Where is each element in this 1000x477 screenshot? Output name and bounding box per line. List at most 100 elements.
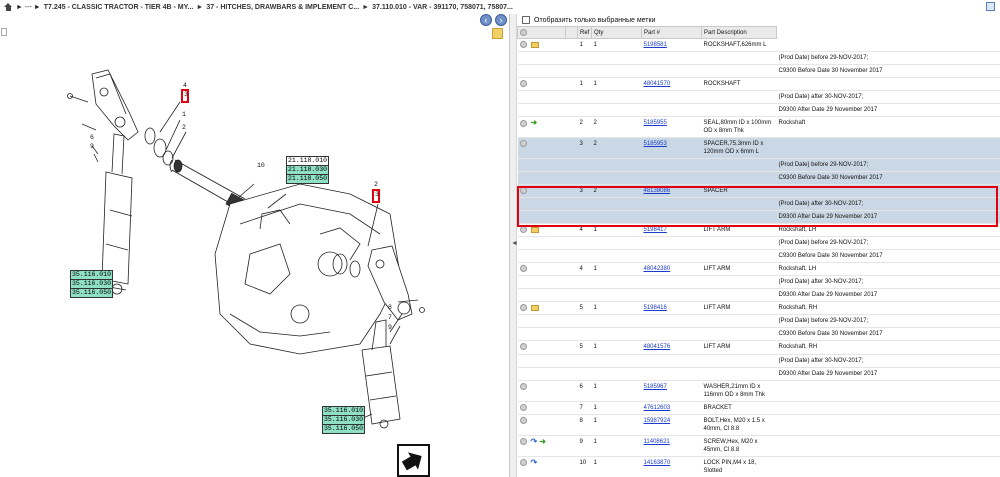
- row-select-icon[interactable]: [519, 119, 527, 127]
- table-row[interactable]: D9300 After Date 29 November 2017: [517, 288, 1000, 303]
- row-actions[interactable]: [517, 249, 566, 264]
- header-description[interactable]: Part Description: [701, 26, 777, 39]
- row-actions[interactable]: [517, 210, 566, 225]
- part-number-link[interactable]: 14163870: [644, 460, 671, 466]
- callout-2[interactable]: 2: [374, 181, 378, 188]
- header-part-number[interactable]: Part #: [641, 26, 702, 39]
- part-number-link[interactable]: 15987924: [644, 418, 671, 424]
- part-number-link[interactable]: 5198416: [644, 305, 667, 311]
- row-select-icon[interactable]: [519, 438, 527, 446]
- table-row[interactable]: ↷ ➜ 9 1 11408621 SCREW,Hex, M20 x 45mm, Cl 8.…: [517, 435, 1000, 457]
- table-row[interactable]: (Prod Date) before 29-NOV-2017;: [517, 51, 1000, 66]
- replacement-arrow-icon[interactable]: ➜: [531, 119, 538, 127]
- row-actions[interactable]: [517, 401, 566, 415]
- link-arrow-icon[interactable]: ↷: [531, 458, 538, 467]
- row-actions[interactable]: [517, 301, 566, 316]
- table-row[interactable]: 5 1 48041576 LIFT ARM Rockshaft, RH: [517, 340, 1000, 355]
- part-number-link[interactable]: 5185953: [644, 141, 667, 147]
- row-actions[interactable]: [517, 275, 566, 290]
- show-selected-only-checkbox[interactable]: [522, 16, 530, 24]
- callout-9[interactable]: 9: [388, 324, 392, 331]
- row-actions[interactable]: [517, 236, 566, 251]
- table-row[interactable]: 4 1 5198417 LIFT ARM Rockshaft, LH: [517, 223, 1000, 238]
- row-select-icon[interactable]: [519, 41, 527, 48]
- row-actions[interactable]: [517, 414, 566, 436]
- row-select-icon[interactable]: [519, 416, 527, 424]
- breadcrumb-section[interactable]: 37 - HITCHES, DRAWBARS & IMPLEMENT C...: [206, 4, 359, 11]
- part-number-link[interactable]: 5198417: [644, 227, 667, 233]
- cell-part-number[interactable]: 5185955: [641, 116, 702, 139]
- part-number-link[interactable]: 48041576: [644, 344, 671, 350]
- row-actions[interactable]: [517, 90, 566, 105]
- cell-part-number[interactable]: 14163870: [641, 456, 702, 477]
- row-actions[interactable]: [517, 38, 566, 53]
- row-select-icon[interactable]: [519, 187, 527, 195]
- table-row[interactable]: (Prod Date) after 30-NOV-2017;: [517, 90, 1000, 105]
- callout-4[interactable]: 4: [183, 82, 187, 89]
- row-select-icon[interactable]: [519, 80, 527, 88]
- cell-part-number[interactable]: 5185967: [641, 380, 702, 402]
- table-row[interactable]: D9300 After Date 29 November 2017: [517, 210, 1000, 225]
- cell-part-number[interactable]: 5198417: [641, 223, 702, 238]
- callout-9[interactable]: 9: [90, 143, 94, 150]
- folder-icon[interactable]: [530, 304, 539, 311]
- row-actions[interactable]: [517, 262, 566, 277]
- part-number-link[interactable]: 47612603: [644, 405, 671, 411]
- cell-part-number[interactable]: 48042380: [641, 262, 702, 277]
- row-actions[interactable]: ↷ ➜: [517, 435, 566, 457]
- reference-tag[interactable]: 35.116.050: [322, 424, 366, 434]
- header-ref[interactable]: Ref: [577, 26, 592, 39]
- callout-6[interactable]: 6: [90, 134, 94, 141]
- table-row[interactable]: D9300 After Date 29 November 2017: [517, 367, 1000, 381]
- cell-part-number[interactable]: 11408621: [641, 435, 702, 457]
- row-actions[interactable]: [517, 197, 566, 212]
- cell-part-number[interactable]: 47612603: [641, 401, 702, 415]
- part-number-link[interactable]: 5185955: [644, 120, 667, 126]
- row-select-icon[interactable]: [519, 459, 527, 467]
- row-actions[interactable]: [517, 340, 566, 355]
- cell-part-number[interactable]: 5198416: [641, 301, 702, 316]
- callout-10[interactable]: 10: [257, 162, 265, 169]
- breadcrumb-model[interactable]: T7.245 - CLASSIC TRACTOR - TIER 4B - MY.…: [44, 4, 194, 11]
- cell-part-number[interactable]: 48041570: [641, 77, 702, 92]
- callout-7[interactable]: 7: [388, 314, 392, 321]
- table-row[interactable]: 6 1 5185967 WASHER,21mm ID x 116mm OD x 8mm…: [517, 380, 1000, 402]
- part-number-link[interactable]: 48042380: [644, 266, 671, 272]
- part-number-link[interactable]: 5185967: [644, 384, 667, 390]
- reference-tag[interactable]: 35.116.050: [70, 288, 114, 298]
- part-number-link[interactable]: 11408621: [644, 439, 670, 445]
- home-icon[interactable]: [4, 3, 13, 11]
- table-row[interactable]: 7 1 47612603 BRACKET: [517, 401, 1000, 415]
- table-row[interactable]: 3 2 5185953 SPACER,75.3mm ID x 120mm OD x 6…: [517, 137, 1000, 160]
- select-all-icon[interactable]: [520, 28, 527, 36]
- table-row[interactable]: 4 1 48042380 LIFT ARM Rockshaft, LH: [517, 262, 1000, 277]
- table-row[interactable]: ➜ 2 2 5185955 SEAL,80mm ID x 100mm OD x 8mm …: [517, 116, 1000, 139]
- row-actions[interactable]: [517, 103, 566, 118]
- folder-icon[interactable]: [530, 41, 539, 48]
- navigate-back-icon[interactable]: [397, 444, 430, 477]
- callout-3[interactable]: 3: [184, 91, 188, 98]
- row-actions[interactable]: [517, 367, 566, 381]
- folder-icon[interactable]: [530, 226, 539, 233]
- table-row[interactable]: C9300 Before Date 30 November 2017: [517, 327, 1000, 342]
- row-select-icon[interactable]: [519, 140, 527, 148]
- row-actions[interactable]: [517, 354, 566, 368]
- row-actions[interactable]: [517, 171, 566, 186]
- table-row[interactable]: 1 1 48041570 ROCKSHAFT: [517, 77, 1000, 92]
- row-actions[interactable]: [517, 314, 566, 329]
- row-select-icon[interactable]: [519, 304, 527, 312]
- row-select-icon[interactable]: [519, 226, 527, 234]
- row-actions[interactable]: [517, 64, 566, 79]
- table-row[interactable]: 5 1 5198416 LIFT ARM Rockshaft, RH: [517, 301, 1000, 316]
- row-select-icon[interactable]: [519, 343, 527, 351]
- table-row[interactable]: C9300 Before Date 30 November 2017: [517, 64, 1000, 79]
- callout-2[interactable]: 2: [182, 124, 186, 131]
- row-actions[interactable]: ↷: [517, 456, 566, 477]
- callout-3[interactable]: 3: [375, 191, 379, 198]
- table-row[interactable]: 8 1 15987924 BOLT,Hex, M20 x 1.5 x 40mm, Cl…: [517, 414, 1000, 436]
- table-row[interactable]: ↷ 10 1 14163870 LOCK PIN,M4 x 18, Slotted: [517, 456, 1000, 477]
- row-actions[interactable]: [517, 380, 566, 402]
- table-row[interactable]: (Prod Date) before 29-NOV-2017;: [517, 236, 1000, 251]
- row-select-icon[interactable]: [519, 382, 527, 390]
- table-row[interactable]: 3 2 48138086 SPACER: [517, 184, 1000, 199]
